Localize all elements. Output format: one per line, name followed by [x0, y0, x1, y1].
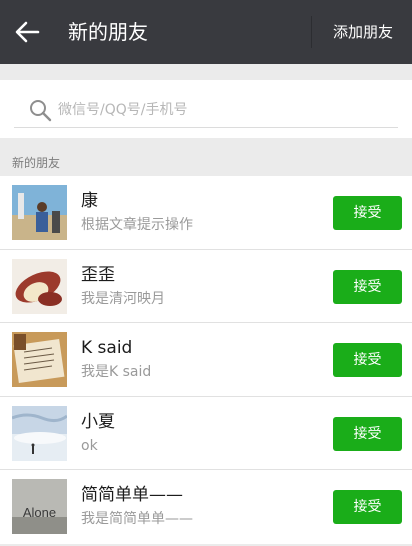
accept-button[interactable]: 接受 [333, 416, 402, 451]
request-message: 根据文章提示操作 [81, 217, 193, 233]
avatar[interactable]: Alone [12, 479, 67, 535]
request-name: 简简单单—— [81, 485, 183, 506]
avatar[interactable] [12, 185, 67, 240]
request-name: K said [81, 338, 133, 359]
back-arrow-icon[interactable] [14, 20, 40, 44]
request-message: 我是清河映月 [81, 290, 165, 307]
avatar-beach-photo [12, 185, 67, 240]
friend-request-row[interactable]: K said 我是K said 接受 [0, 323, 412, 397]
accept-button[interactable]: 接受 [333, 196, 402, 230]
search-placeholder: 微信号/QQ号/手机号 [58, 102, 188, 118]
request-message: ok [81, 437, 98, 454]
avatar[interactable] [12, 258, 67, 314]
search-section: 微信号/QQ号/手机号 [0, 80, 412, 138]
page-title: 新的朋友 [68, 20, 148, 44]
avatar-seascape-photo [12, 405, 67, 461]
request-name: 歪歪 [81, 264, 115, 285]
avatar[interactable] [12, 332, 67, 388]
header-divider [311, 16, 312, 48]
section-label: 新的朋友 [12, 156, 61, 170]
search-input[interactable]: 微信号/QQ号/手机号 [14, 90, 398, 128]
avatar[interactable] [12, 405, 67, 461]
friend-request-list: 康 根据文章提示操作 接受 歪歪 我是清河映月 接受 K said 我是K sa… [0, 176, 412, 544]
request-name: 康 [81, 191, 98, 211]
accept-button[interactable]: 接受 [333, 269, 402, 304]
friend-request-row[interactable]: 歪歪 我是清河映月 接受 [0, 250, 412, 324]
accept-button[interactable]: 接受 [333, 490, 402, 525]
add-friend-button[interactable]: 添加朋友 [322, 20, 404, 44]
friend-request-row[interactable]: Alone 简简单单—— 我是简简单单—— 接受 [0, 470, 412, 544]
avatar-sweet-potato-photo [12, 258, 67, 314]
friend-request-row[interactable]: 康 根据文章提示操作 接受 [0, 176, 412, 250]
avatar-book-photo [12, 332, 67, 388]
accept-button[interactable]: 接受 [333, 343, 402, 378]
avatar-alone-photo: Alone [12, 479, 67, 535]
search-icon [30, 100, 52, 122]
request-message: 我是简简单单—— [81, 511, 193, 528]
top-bar: 新的朋友 添加朋友 [0, 0, 412, 64]
request-name: 小夏 [81, 411, 115, 432]
avatar-text: Alone [23, 505, 56, 520]
friend-request-row[interactable]: 小夏 ok 接受 [0, 397, 412, 471]
request-message: 我是K said [81, 364, 152, 381]
